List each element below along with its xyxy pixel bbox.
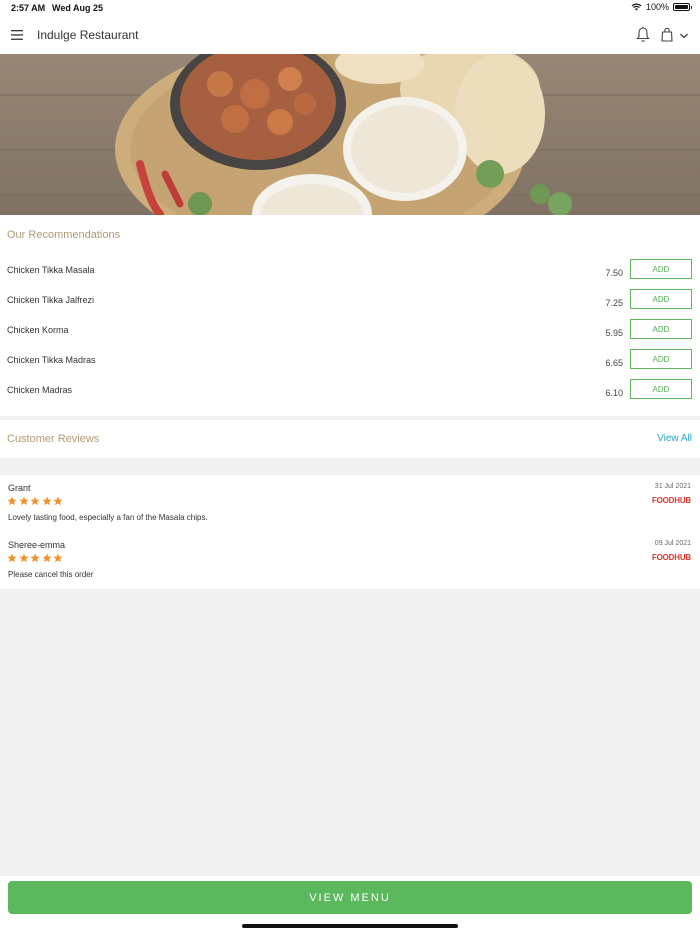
bell-icon — [636, 26, 650, 42]
chevron-down-icon — [680, 33, 688, 39]
star-icon — [53, 553, 63, 563]
review-item: Grant Lovely tasting food, especially a … — [0, 483, 700, 533]
app-header: Indulge Restaurant — [0, 16, 700, 54]
star-icon — [30, 553, 40, 563]
star-icon — [7, 496, 17, 506]
add-button[interactable]: ADD — [630, 379, 692, 399]
recommendation-item: Chicken Madras 6.10 ADD — [0, 379, 700, 409]
menu-button[interactable] — [10, 25, 28, 45]
reviews-list: Grant Lovely tasting food, especially a … — [0, 475, 700, 589]
notifications-button[interactable] — [636, 26, 650, 44]
star-icon — [7, 553, 17, 563]
star-icon — [53, 496, 63, 506]
item-name: Chicken Tikka Masala — [7, 265, 95, 275]
account-dropdown-button[interactable] — [678, 29, 690, 41]
review-text: Please cancel this order — [8, 570, 94, 579]
item-name: Chicken Tikka Madras — [7, 355, 96, 365]
shopping-bag-icon — [661, 27, 673, 42]
battery-percent: 100% — [645, 2, 669, 12]
star-icon — [41, 496, 52, 506]
review-date: 31 Jul 2021 — [654, 483, 691, 490]
view-all-link[interactable]: View All — [657, 433, 692, 444]
status-time: 2:57 AM — [11, 3, 46, 13]
recommendations-title: Our Recommendations — [7, 229, 121, 241]
star-icon — [30, 496, 40, 506]
item-price: 5.95 — [605, 328, 623, 338]
reviews-header: Customer Reviews View All — [0, 420, 700, 458]
add-button[interactable]: ADD — [630, 319, 692, 339]
add-button[interactable]: ADD — [630, 349, 692, 369]
star-icon — [18, 496, 29, 506]
wifi-icon — [631, 3, 642, 11]
star-rating — [7, 553, 63, 563]
reviewer-name: Grant — [8, 483, 31, 493]
item-price: 7.50 — [605, 268, 623, 278]
item-name: Chicken Korma — [7, 325, 69, 335]
recommendation-item: Chicken Tikka Madras 6.65 ADD — [0, 349, 700, 379]
recommendation-item: Chicken Tikka Jalfrezi 7.25 ADD — [0, 289, 700, 319]
item-name: Chicken Madras — [7, 385, 73, 395]
review-item: Sheree-emma Please cancel this order 09 … — [0, 540, 700, 590]
restaurant-title: Indulge Restaurant — [37, 28, 139, 42]
foodhub-logo: FOODHUB — [651, 553, 691, 562]
food-illustration — [0, 54, 700, 215]
review-date: 09 Jul 2021 — [654, 540, 691, 547]
star-rating — [7, 496, 63, 506]
bottom-bar: VIEW MENU — [0, 876, 700, 934]
recommendation-item: Chicken Korma 5.95 ADD — [0, 319, 700, 349]
review-text: Lovely tasting food, especially a fan of… — [8, 513, 208, 522]
reviews-title: Customer Reviews — [7, 433, 100, 445]
item-price: 6.65 — [605, 358, 623, 368]
star-icon — [41, 553, 52, 563]
add-button[interactable]: ADD — [630, 289, 692, 309]
item-name: Chicken Tikka Jalfrezi — [7, 295, 95, 305]
recommendation-item: Chicken Tikka Masala 7.50 ADD — [0, 259, 700, 289]
status-bar: 2:57 AM Wed Aug 25 100% — [0, 0, 700, 16]
foodhub-logo: FOODHUB — [651, 496, 691, 505]
status-right: 100% — [631, 2, 692, 12]
home-indicator — [242, 924, 458, 928]
item-price: 6.10 — [605, 388, 623, 398]
status-date: Wed Aug 25 — [52, 3, 104, 13]
add-button[interactable]: ADD — [630, 259, 692, 279]
cart-button[interactable] — [660, 26, 674, 44]
battery-icon — [673, 3, 692, 11]
star-icon — [18, 553, 29, 563]
view-menu-button[interactable]: VIEW MENU — [8, 881, 692, 914]
hamburger-menu-icon — [11, 30, 23, 40]
hero-banner-image — [0, 54, 700, 215]
recommendations-section: Our Recommendations Chicken Tikka Masala… — [0, 215, 700, 416]
item-price: 7.25 — [605, 298, 623, 308]
reviewer-name: Sheree-emma — [8, 540, 66, 550]
